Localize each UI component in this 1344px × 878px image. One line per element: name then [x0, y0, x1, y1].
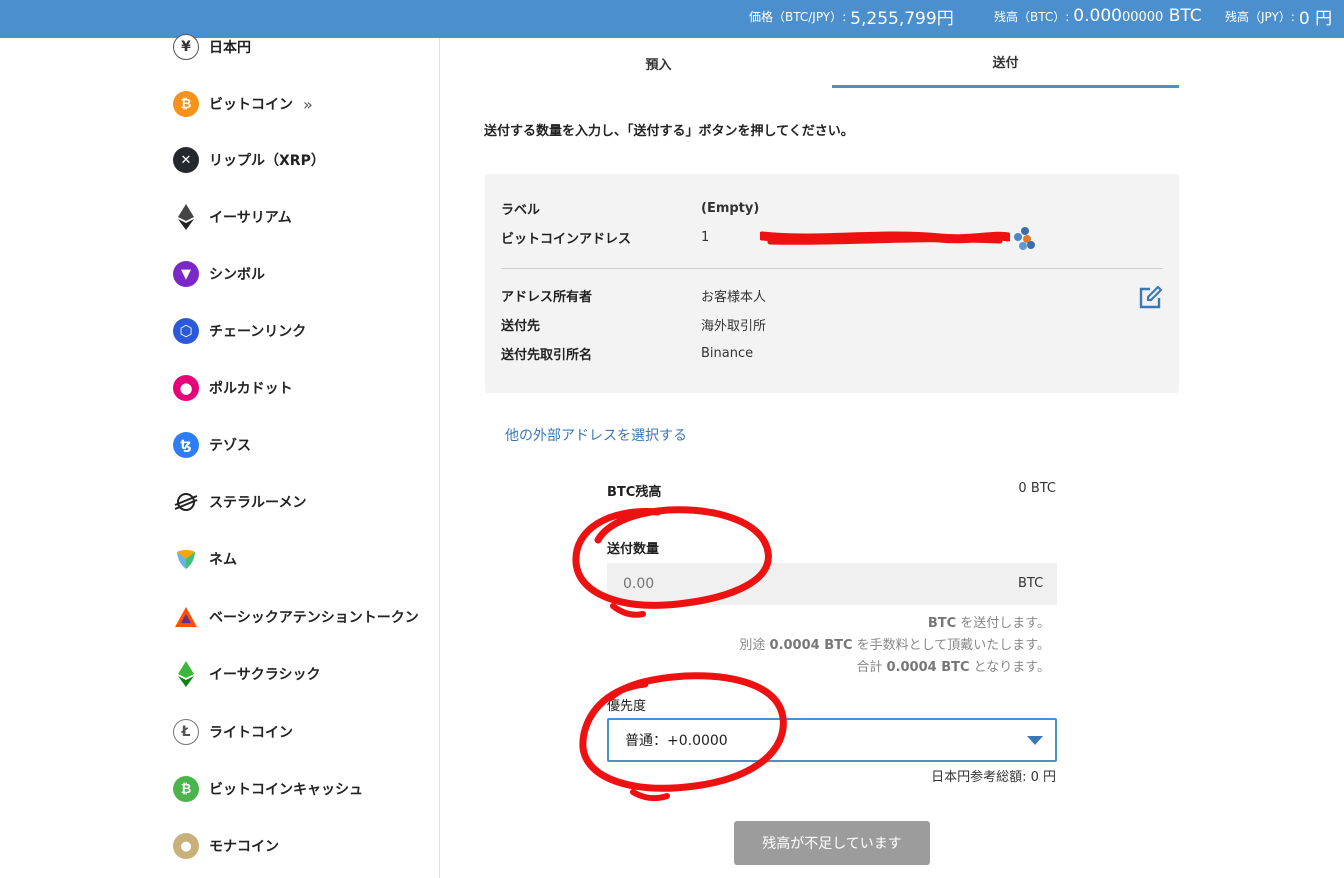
- bat-icon: [173, 604, 199, 630]
- sidebar-item-bch[interactable]: ₿ ビットコインキャッシュ: [173, 775, 363, 803]
- sidebar-item-label: シンボル: [209, 267, 265, 283]
- btc-balance-label: BTC残高: [607, 485, 662, 500]
- address-redaction: [760, 231, 1010, 245]
- address-key: ビットコインアドレス: [501, 231, 632, 247]
- ethereum-icon: [173, 204, 199, 230]
- yen-icon: ¥: [173, 34, 199, 60]
- destination-key: 送付先: [501, 318, 541, 334]
- jpy-balance-value: 0 円: [1298, 8, 1333, 29]
- address-card: ラベル (Empty) ビットコインアドレス 1 アドレス所有者 お客様本人 送…: [485, 174, 1179, 393]
- total-note: 合計 0.0004 BTC となります。: [856, 660, 1050, 675]
- bch-icon: ₿: [173, 776, 199, 802]
- tezos-icon: ꜩ: [173, 432, 199, 458]
- sidebar-item-label: ビットコイン: [209, 97, 293, 113]
- symbol-icon: ▼: [173, 261, 199, 287]
- jpy-reference-total: 日本円参考総額: 0 円: [931, 770, 1056, 785]
- sidebar-item-xrp[interactable]: ✕ リップル（XRP）: [173, 146, 325, 174]
- owner-row: アドレス所有者 お客様本人: [501, 285, 766, 305]
- bitcoin-icon: ₿: [173, 91, 199, 117]
- polkadot-icon: ●: [173, 375, 199, 401]
- destination-value: 海外取引所: [701, 318, 767, 334]
- sidebar-item-symbol[interactable]: ▼ シンボル: [173, 260, 265, 288]
- price-value: 5,255,799円: [850, 8, 954, 29]
- btc-balance-indicator: 残高（BTC）: 0.00000000 BTC: [994, 0, 1202, 32]
- jpy-balance-indicator: 残高（JPY）: 0 円: [1225, 0, 1332, 32]
- btc-balance-label: 残高（BTC）:: [994, 9, 1070, 24]
- address-row: ビットコインアドレス 1: [501, 227, 709, 247]
- destination-row: 送付先 海外取引所: [501, 314, 766, 334]
- sidebar-item-label: ベーシックアテンショントークン: [209, 610, 419, 626]
- sidebar-item-label: イーサクラシック: [209, 667, 321, 683]
- priority-label: 優先度: [607, 699, 647, 714]
- sidebar-item-ethereum[interactable]: イーサリアム: [173, 203, 292, 231]
- price-label: 価格（BTC/JPY）:: [749, 9, 847, 24]
- sidebar-item-label: モナコイン: [209, 839, 279, 855]
- sidebar-item-label: ビットコインキャッシュ: [209, 782, 363, 798]
- sidebar-item-tezos[interactable]: ꜩ テゾス: [173, 431, 251, 459]
- litecoin-icon: Ł: [173, 719, 199, 745]
- exchange-value: Binance: [701, 345, 754, 361]
- double-chevron-right-icon: »: [303, 94, 313, 114]
- exchange-key: 送付先取引所名: [501, 347, 593, 363]
- jpy-balance-label: 残高（JPY）:: [1225, 9, 1295, 24]
- amount-unit: BTC: [1018, 576, 1044, 591]
- priority-selected-value: 普通：+0.0000: [625, 733, 728, 749]
- chainlink-icon: ⬡: [173, 318, 199, 344]
- monacoin-icon: ●: [173, 833, 199, 859]
- sidebar-item-litecoin[interactable]: Ł ライトコイン: [173, 718, 293, 746]
- tab-send[interactable]: 送付: [832, 38, 1179, 88]
- submit-button[interactable]: 残高が不足しています: [734, 821, 930, 865]
- label-value: (Empty): [701, 200, 760, 216]
- sidebar-item-monacoin[interactable]: ● モナコイン: [173, 832, 279, 860]
- sidebar-item-label: ポルカドット: [209, 381, 293, 397]
- select-other-address-link[interactable]: 他の外部アドレスを選択する: [505, 425, 687, 445]
- tab-deposit[interactable]: 預入: [485, 38, 832, 88]
- owner-value: お客様本人: [701, 289, 767, 305]
- exchange-row: 送付先取引所名 Binance: [501, 343, 753, 363]
- address-identicon-icon: [1014, 227, 1035, 250]
- price-indicator: 価格（BTC/JPY）: 5,255,799円: [749, 0, 954, 32]
- card-divider: [501, 268, 1163, 269]
- sidebar-item-label: 日本円: [209, 40, 251, 56]
- sidebar-item-etc[interactable]: イーサクラシック: [173, 660, 320, 688]
- send-instruction: 送付する数量を入力し、「送付する」ボタンを押してください。: [484, 124, 854, 139]
- nem-icon: [173, 546, 199, 572]
- sidebar-item-label: リップル（XRP）: [209, 153, 325, 169]
- btc-balance-value: 0.00000000 BTC: [1073, 6, 1202, 26]
- send-note: BTC を送付します。: [927, 616, 1050, 631]
- label-row: ラベル (Empty): [501, 198, 759, 218]
- stellar-icon: [173, 489, 199, 515]
- sidebar-item-label: ステラルーメン: [209, 495, 307, 511]
- etc-icon: [173, 661, 199, 687]
- sidebar-item-polkadot[interactable]: ● ポルカドット: [173, 374, 293, 402]
- owner-key: アドレス所有者: [501, 289, 593, 305]
- sidebar-item-nem[interactable]: ネム: [173, 545, 237, 573]
- sidebar-item-label: チェーンリンク: [209, 324, 307, 340]
- amount-label: 送付数量: [607, 542, 660, 557]
- sidebar-item-stellar[interactable]: ステラルーメン: [173, 488, 306, 516]
- sidebar-item-jpy[interactable]: ¥ 日本円: [173, 33, 251, 61]
- address-value: 1: [701, 229, 710, 245]
- dropdown-arrow-icon: [1027, 736, 1043, 745]
- sidebar-item-chainlink[interactable]: ⬡ チェーンリンク: [173, 317, 306, 345]
- xrp-icon: ✕: [173, 147, 199, 173]
- sidebar-item-label: ネム: [209, 552, 237, 568]
- sidebar-item-label: テゾス: [209, 438, 251, 454]
- label-key: ラベル: [501, 202, 541, 218]
- fee-note: 別途 0.0004 BTC を手数料として頂戴いたします。: [739, 638, 1050, 653]
- priority-select[interactable]: 普通：+0.0000: [607, 718, 1057, 762]
- btc-balance-value: 0 BTC: [1018, 481, 1056, 496]
- amount-input[interactable]: [607, 563, 1057, 605]
- sidebar-item-bitcoin[interactable]: ₿ ビットコイン »: [173, 90, 313, 118]
- sidebar-item-bat[interactable]: ベーシックアテンショントークン: [173, 603, 419, 631]
- sidebar-item-label: ライトコイン: [209, 725, 293, 741]
- edit-icon[interactable]: [1137, 285, 1163, 311]
- sidebar-item-label: イーサリアム: [209, 210, 292, 226]
